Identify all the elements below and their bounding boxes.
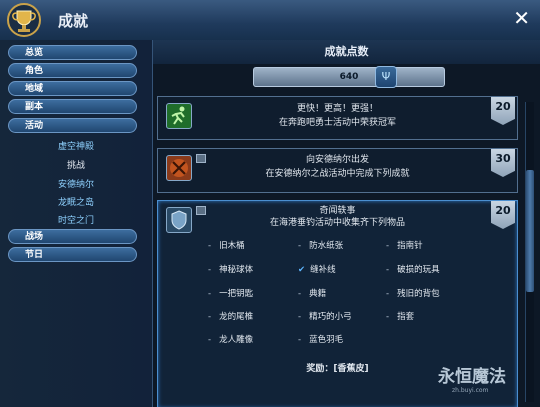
collection-item-label: 缝补线 [310,265,336,275]
achievement-card[interactable]: 向安德纳尔出发 在安德纳尔之战活动中完成下列成就 30 [157,148,518,193]
collection-item: - 典籍 [298,287,326,299]
collection-item: - 破损的玩具 [386,263,440,275]
dash-marker: - [386,241,390,251]
subcategory-spacetime-gate[interactable]: 时空之门 [0,213,152,226]
achievement-desc: 在海港垂钓活动中收集齐下列物品 [269,218,405,228]
dash-marker: - [298,335,302,345]
category-overview[interactable]: 总览 [8,45,137,60]
title-bar: 成就 ✕ [0,0,540,41]
achievement-window: 成就 ✕ 总览 角色 地域 副本 活动 虚空神殿 挑战 安德纳尔 龙眠之岛 时空… [0,0,540,407]
collection-item: - 龙的尾椎 [208,310,253,322]
scrollbar-thumb[interactable] [526,170,534,292]
collection-item: - 蓝色羽毛 [298,333,343,345]
window-title: 成就 [58,12,89,30]
subcategory-dragon-isle[interactable]: 龙眠之岛 [0,195,152,208]
dash-marker: - [298,289,302,299]
collection-item-label: 破损的玩具 [397,265,440,275]
category-event[interactable]: 活动 [8,118,137,133]
category-character[interactable]: 角色 [8,63,137,78]
dash-marker: - [386,265,390,275]
watermark-url: zh.buyi.com [452,387,489,394]
achievement-title: 向安德纳尔出发 [305,155,369,165]
dash-marker: - [208,265,212,275]
category-sidebar: 总览 角色 地域 副本 活动 虚空神殿 挑战 安德纳尔 龙眠之岛 时空之门 战场… [0,40,153,407]
dash-marker: - [208,335,212,345]
points-bar: 640 [253,67,445,87]
dash-marker: - [386,312,390,322]
close-icon[interactable]: ✕ [513,8,530,28]
achievement-title: 更快！更高！更强！ [296,104,378,114]
category-dungeon[interactable]: 副本 [8,99,137,114]
subcategory-void-temple[interactable]: 虚空神殿 [0,139,152,152]
watermark-logo: 永恒魔法 [438,367,506,387]
category-battlefield[interactable]: 战场 [8,229,137,244]
dash-marker: - [208,289,212,299]
collection-item-label: 指南针 [397,241,423,251]
achievement-desc: 在安德纳尔之战活动中完成下列成就 [265,169,410,179]
collection-item: - 指南针 [386,239,423,251]
dash-marker: - [298,312,302,322]
collection-item-label: 一把钥匙 [219,289,254,299]
subcategory-andenar[interactable]: 安德纳尔 [0,177,152,190]
collection-item-completed: ✔ 缝补线 [298,263,336,275]
points-value: 640 [339,72,359,82]
collection-item-label: 龙的尾椎 [219,312,254,322]
dash-marker: - [208,241,212,251]
scrollbar[interactable] [525,102,534,402]
points-header: 成就点数 [153,40,540,64]
collection-item: - 神秘球体 [208,263,253,275]
trophy-icon [7,3,41,37]
achievement-panel: 成就点数 640 Ψ 更快！更高！更强！ 在奔跑吧勇士活动中荣获冠军 20 向安… [153,40,540,407]
collection-item: - 旧木桶 [208,239,245,251]
collection-item-label: 旧木桶 [219,241,245,251]
achievement-desc: 在奔跑吧勇士活动中荣获冠军 [278,118,396,128]
dash-marker: - [298,241,302,251]
collection-item: - 防水纸张 [298,239,343,251]
collection-item-label: 神秘球体 [219,265,254,275]
collection-item-label: 防水纸张 [309,241,344,251]
category-region[interactable]: 地域 [8,81,137,96]
checkmark-icon: ✔ [298,265,306,275]
collection-item-label: 残旧的背包 [397,289,440,299]
collection-item: - 指套 [386,310,414,322]
collection-item: - 龙人雕像 [208,333,253,345]
collection-item-label: 龙人雕像 [219,335,254,345]
collection-item-label: 典籍 [309,289,327,299]
collection-item-label: 指套 [397,312,415,322]
points-emblem-icon: Ψ [375,66,397,88]
collection-item: - 精巧的小弓 [298,310,352,322]
collection-item-label: 精巧的小弓 [309,312,352,322]
achievement-card[interactable]: 更快！更高！更强！ 在奔跑吧勇士活动中荣获冠军 20 [157,96,518,140]
collection-item: - 一把钥匙 [208,287,253,299]
dash-marker: - [208,312,212,322]
category-festival[interactable]: 节日 [8,247,137,262]
collection-item-label: 蓝色羽毛 [309,335,344,345]
subcategory-challenge[interactable]: 挑战 [0,158,152,171]
dash-marker: - [386,289,390,299]
collection-item: - 残旧的背包 [386,287,440,299]
